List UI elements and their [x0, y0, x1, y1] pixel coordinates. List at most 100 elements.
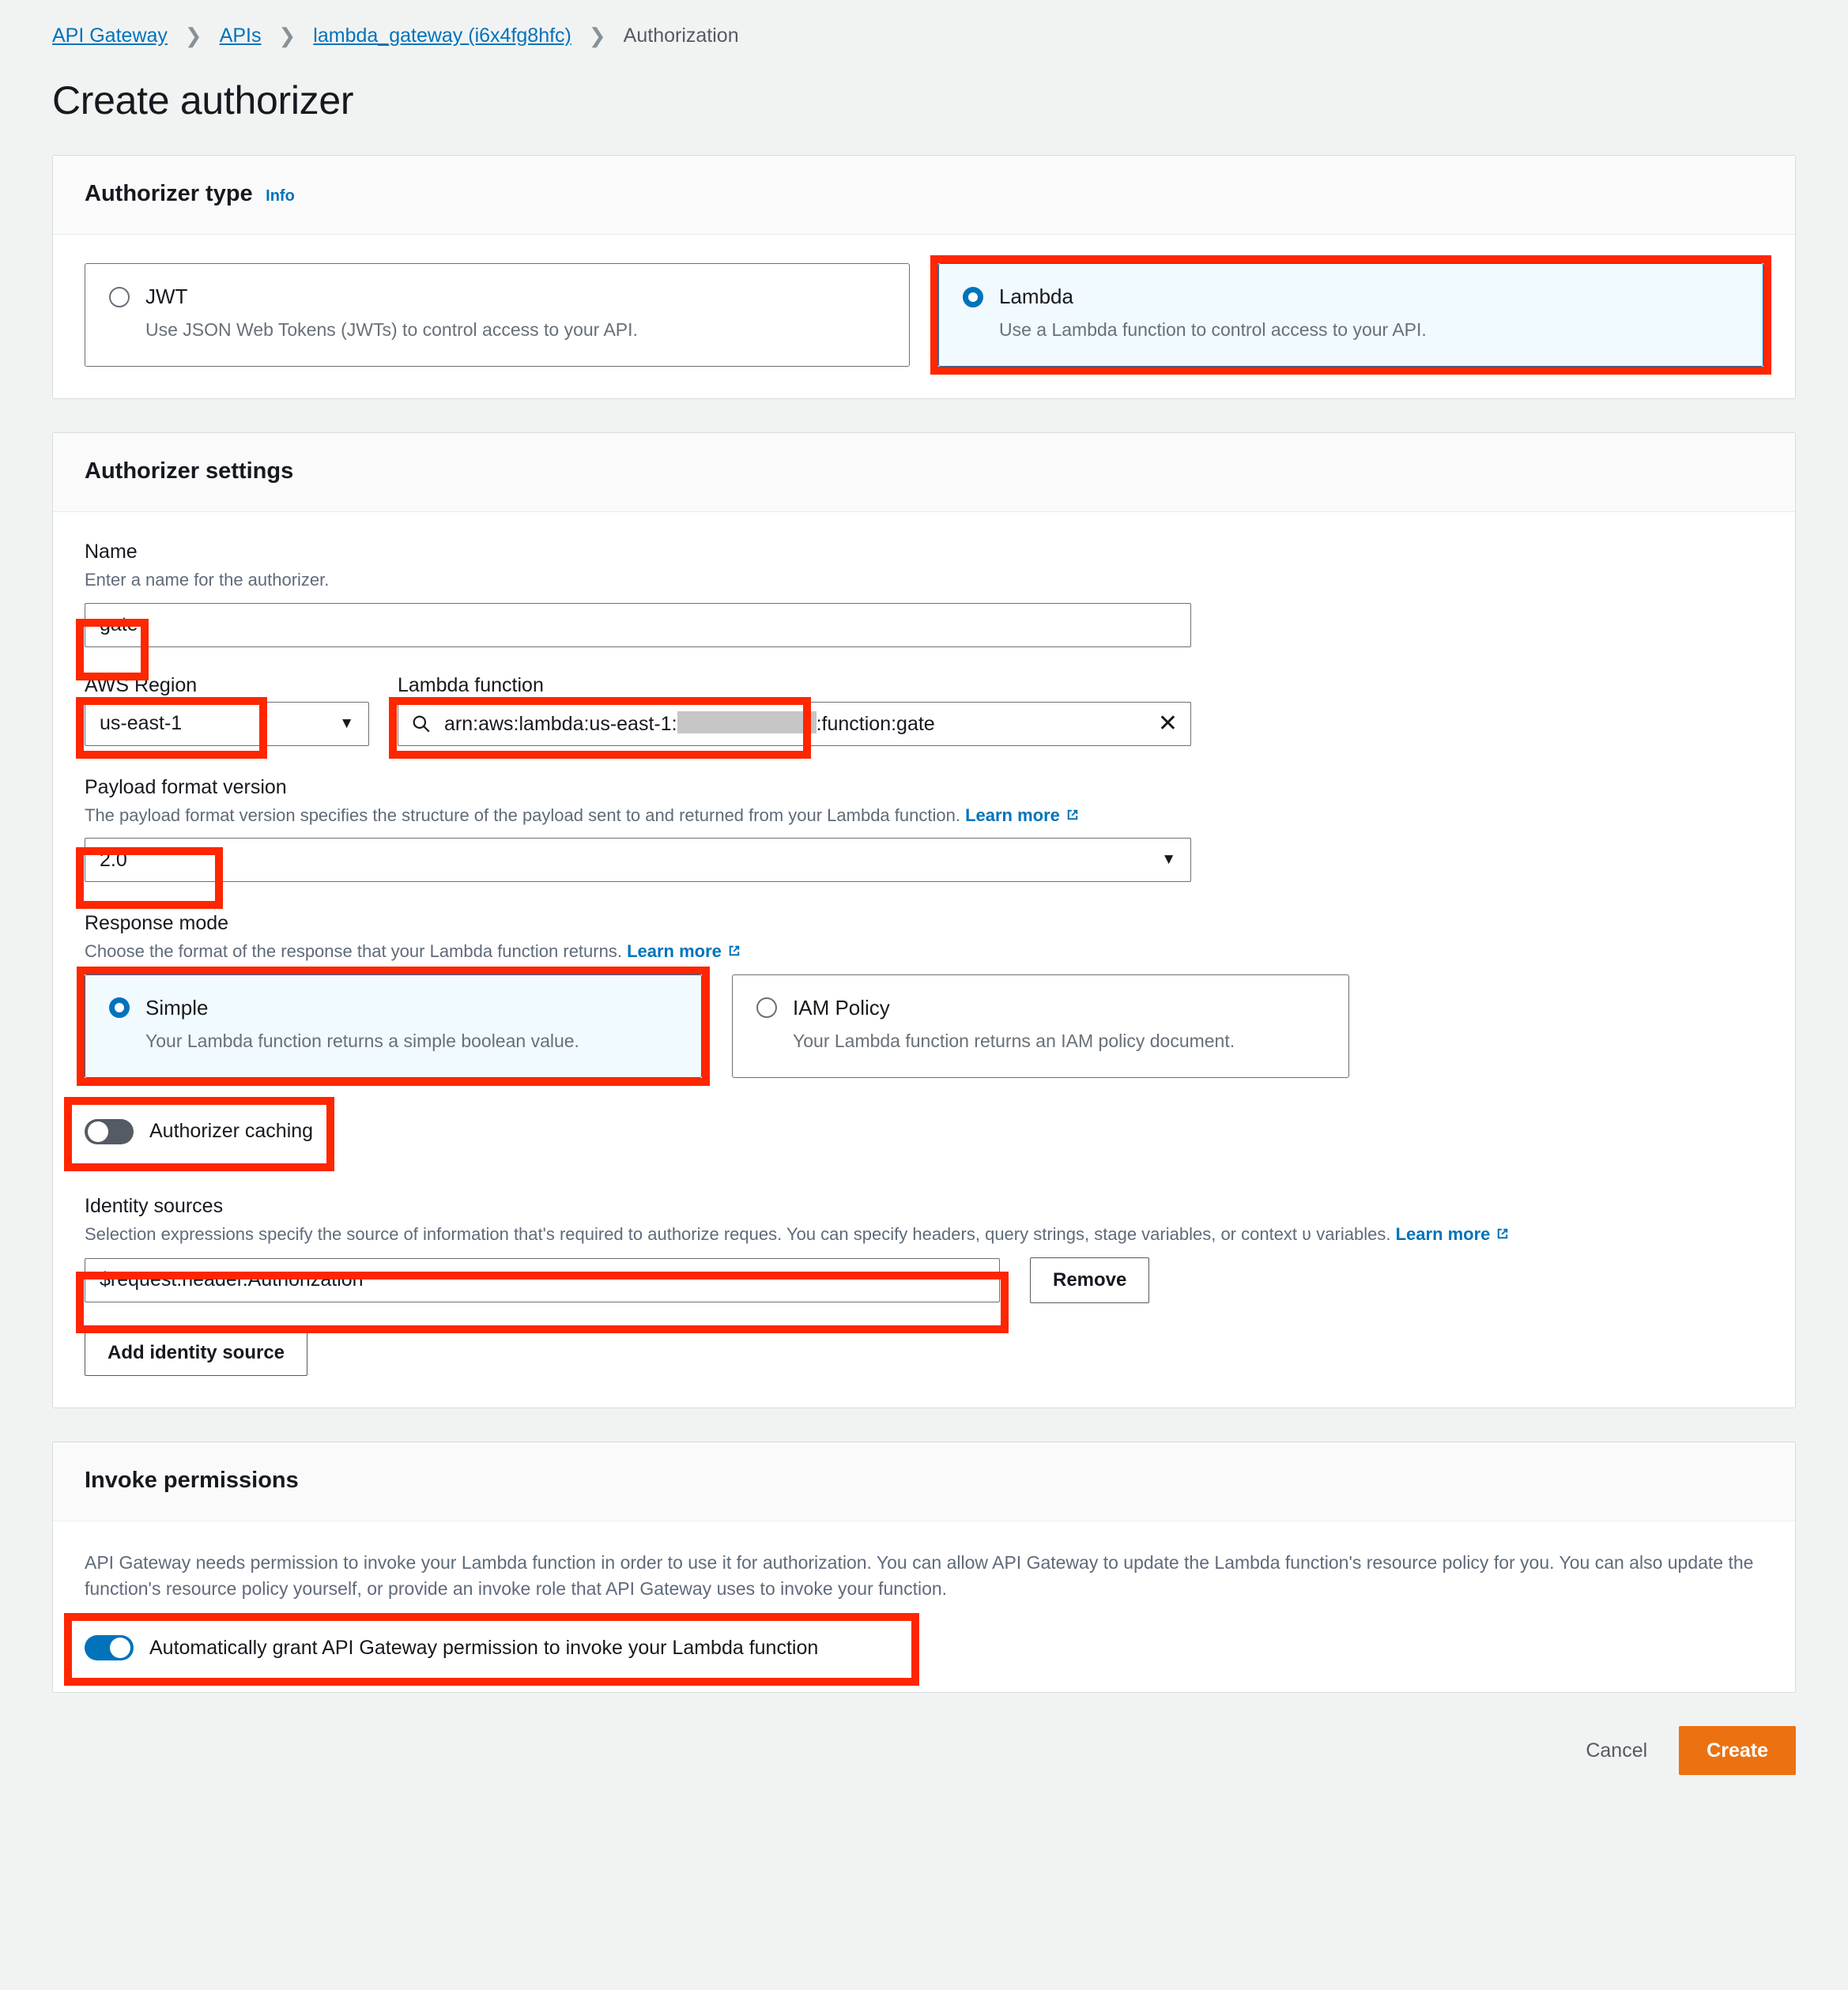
authorizer-caching-group: Authorizer caching	[64, 1096, 353, 1171]
payload-format-select[interactable]: 2.0 ▼	[85, 838, 1191, 883]
auto-grant-label: Automatically grant API Gateway permissi…	[149, 1636, 819, 1659]
identity-source-row: $request.header.Authorization Remove	[85, 1257, 1763, 1303]
auto-grant-group: Automatically grant API Gateway permissi…	[64, 1613, 954, 1687]
cancel-button[interactable]: Cancel	[1567, 1726, 1666, 1775]
external-link-icon	[1498, 1228, 1508, 1239]
payload-format-value: 2.0	[100, 848, 127, 871]
auto-grant-switch[interactable]	[85, 1635, 134, 1661]
switch-knob	[110, 1638, 130, 1659]
authorizer-type-title: Authorizer type	[85, 181, 253, 206]
identity-sources-description: Selection expressions specify the source…	[85, 1223, 1763, 1246]
invoke-permissions-header: Invoke permissions	[53, 1442, 1795, 1521]
response-mode-option-simple[interactable]: Simple Your Lambda function returns a si…	[77, 966, 710, 1086]
arn-prefix: arn:aws:lambda:us-east-1:	[444, 713, 677, 736]
region-select[interactable]: us-east-1 ▼	[85, 701, 369, 746]
response-mode-options: Simple Your Lambda function returns a si…	[77, 966, 1349, 1086]
name-field-group: Name Enter a name for the authorizer. ga…	[76, 540, 1763, 680]
jwt-option-head: JWT	[109, 285, 885, 309]
external-link-icon	[1067, 809, 1078, 820]
simple-option-head: Simple	[109, 996, 677, 1020]
external-link-icon	[729, 946, 740, 956]
region-field-group: AWS Region us-east-1 ▼	[76, 673, 369, 759]
authorizer-type-card: Authorizer type Info JWT Use JSON Web To…	[52, 155, 1796, 399]
breadcrumb-item-api-gateway[interactable]: API Gateway	[52, 24, 168, 47]
arn-suffix: :function:gate	[816, 713, 935, 736]
authorizer-caching-label: Authorizer caching	[149, 1120, 314, 1143]
identity-source-value: $request.header.Authorization	[100, 1268, 364, 1291]
lambda-option-label: Lambda	[999, 285, 1073, 308]
breadcrumb: API Gateway ❯ APIs ❯ lambda_gateway (i6x…	[0, 0, 1848, 47]
response-mode-description: Choose the format of the response that y…	[85, 940, 1763, 963]
authorizer-type-option-jwt[interactable]: JWT Use JSON Web Tokens (JWTs) to contro…	[85, 263, 910, 367]
response-mode-group: Response mode Choose the format of the r…	[77, 912, 1763, 1086]
authorizer-type-option-lambda[interactable]: Lambda Use a Lambda function to control …	[930, 255, 1771, 375]
response-mode-description-text: Choose the format of the response that y…	[85, 941, 622, 962]
identity-sources-description-text: Selection expressions specify the source…	[85, 1223, 1391, 1244]
response-mode-label: Response mode	[85, 912, 229, 935]
create-button[interactable]: Create	[1679, 1726, 1796, 1776]
payload-format-group: Payload format version The payload forma…	[76, 775, 1763, 909]
switch-knob	[88, 1121, 108, 1142]
auto-grant-toggle-row[interactable]: Automatically grant API Gateway permissi…	[85, 1635, 954, 1661]
identity-source-input[interactable]: $request.header.Authorization	[85, 1257, 1000, 1302]
radio-jwt-icon[interactable]	[109, 286, 130, 307]
authorizer-settings-title: Authorizer settings	[85, 458, 294, 484]
clear-icon[interactable]: ✕	[1158, 711, 1178, 736]
lambda-option-description: Use a Lambda function to control access …	[999, 319, 1427, 340]
iam-policy-option-label: IAM Policy	[793, 995, 890, 1019]
identity-sources-group: Identity sources Selection expressions s…	[76, 1195, 1763, 1376]
redacted-account-id	[677, 711, 817, 734]
response-mode-option-iam-policy[interactable]: IAM Policy Your Lambda function returns …	[732, 974, 1349, 1078]
authorizer-caching-toggle-row[interactable]: Authorizer caching	[85, 1118, 353, 1144]
breadcrumb-separator-icon: ❯	[184, 23, 202, 47]
authorizer-type-body: JWT Use JSON Web Tokens (JWTs) to contro…	[53, 235, 1795, 398]
region-lambda-row: AWS Region us-east-1 ▼ Lambda function a…	[76, 673, 1763, 759]
lambda-function-arn: arn:aws:lambda:us-east-1: :function:gate	[444, 711, 935, 736]
highlight-box-lambda-option	[930, 255, 1771, 375]
highlight-box-simple-option	[77, 966, 710, 1086]
authorizer-type-header: Authorizer type Info	[53, 156, 1795, 235]
payload-format-label: Payload format version	[85, 775, 287, 798]
simple-option-label: Simple	[145, 995, 209, 1019]
page-title: Create authorizer	[52, 78, 354, 122]
simple-option-description: Your Lambda function returns a simple bo…	[145, 1030, 579, 1051]
invoke-permissions-title: Invoke permissions	[85, 1467, 299, 1493]
authorizer-settings-card: Authorizer settings Name Enter a name fo…	[52, 432, 1796, 1408]
footer-actions: Cancel Create	[0, 1726, 1848, 1807]
add-identity-source-wrap: Add identity source	[85, 1329, 1763, 1376]
invoke-permissions-card: Invoke permissions API Gateway needs per…	[52, 1441, 1796, 1694]
chevron-down-icon: ▼	[1161, 851, 1176, 869]
radio-iam-policy-icon[interactable]	[756, 997, 777, 1019]
name-input[interactable]: gate	[85, 602, 1191, 647]
invoke-permissions-body: API Gateway needs permission to invoke y…	[53, 1521, 1795, 1693]
authorizer-type-info-link[interactable]: Info	[266, 187, 295, 205]
breadcrumb-separator-icon: ❯	[278, 23, 296, 47]
lambda-option-head: Lambda	[963, 285, 1739, 309]
iam-policy-option-description: Your Lambda function returns an IAM poli…	[793, 1030, 1235, 1051]
jwt-option-label: JWT	[145, 285, 188, 308]
response-mode-learn-more-link[interactable]: Learn more	[627, 941, 722, 961]
authorizer-caching-switch[interactable]	[85, 1118, 134, 1144]
lambda-function-field-group: Lambda function arn:aws:lambda:us-east-1…	[389, 674, 1191, 759]
authorizer-settings-header: Authorizer settings	[53, 432, 1795, 512]
name-label: Name	[85, 540, 138, 563]
payload-format-learn-more-link[interactable]: Learn more	[965, 805, 1060, 825]
radio-lambda-icon[interactable]	[963, 286, 983, 307]
breadcrumb-item-lambda-gateway[interactable]: lambda_gateway (i6x4fg8hfc)	[313, 24, 571, 47]
breadcrumb-item-authorization: Authorization	[623, 24, 739, 47]
payload-format-description-text: The payload format version specifies the…	[85, 805, 960, 825]
search-icon	[413, 715, 430, 733]
region-select-value: us-east-1	[100, 712, 183, 735]
name-input-value: gate	[100, 613, 138, 636]
remove-identity-source-button[interactable]: Remove	[1030, 1257, 1150, 1303]
iam-policy-option-head: IAM Policy	[756, 996, 1325, 1020]
breadcrumb-item-apis[interactable]: APIs	[220, 24, 262, 47]
identity-sources-learn-more-link[interactable]: Learn more	[1396, 1224, 1491, 1244]
authorizer-settings-body: Name Enter a name for the authorizer. ga…	[53, 512, 1795, 1408]
lambda-function-input[interactable]: arn:aws:lambda:us-east-1::function:gate …	[398, 701, 1191, 746]
region-label: AWS Region	[85, 673, 198, 696]
jwt-option-description: Use JSON Web Tokens (JWTs) to control ac…	[145, 319, 638, 340]
payload-format-description: The payload format version specifies the…	[85, 804, 1763, 827]
radio-simple-icon[interactable]	[109, 997, 130, 1019]
add-identity-source-button[interactable]: Add identity source	[85, 1329, 308, 1376]
